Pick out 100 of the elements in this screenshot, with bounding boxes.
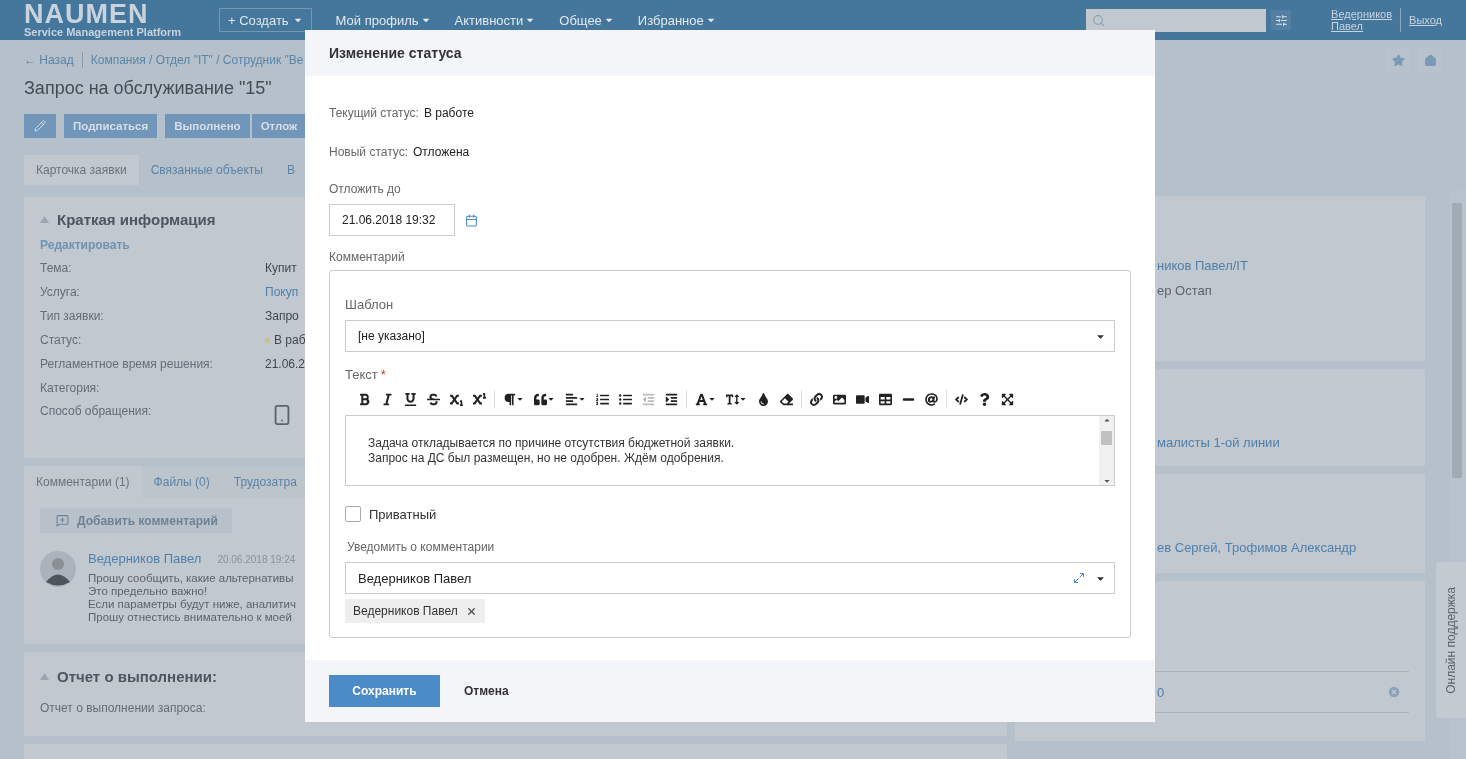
section-title: Краткая информация (57, 211, 216, 228)
field-label: Отчет о выполнении запроса: (40, 701, 206, 715)
checkbox[interactable] (345, 506, 361, 522)
field-label: Способ обращения: (40, 404, 152, 418)
quote-icon (534, 392, 547, 406)
field-link[interactable]: Покуп (265, 285, 299, 299)
field-label: Текст (345, 367, 378, 382)
tab[interactable]: Комментарии (1) (24, 466, 142, 498)
menu-item[interactable]: Общее (559, 12, 614, 28)
filter-button[interactable] (1271, 10, 1292, 30)
dialog-title: Изменение статуса (329, 45, 462, 61)
star-icon (1391, 53, 1405, 67)
scroll-thumb[interactable] (1101, 430, 1112, 445)
italic-icon (381, 392, 394, 406)
remove-icon[interactable] (465, 605, 477, 617)
status-value: Отложена (413, 145, 470, 159)
card-link[interactable]: малисты 1-ой линии (1157, 435, 1425, 450)
save-button[interactable]: Сохранить (329, 675, 440, 707)
scrollbar[interactable] (1099, 416, 1114, 485)
field-label: Уведомить о комментарии (347, 540, 496, 554)
checkbox-label: Приватный (369, 506, 437, 522)
date-field[interactable]: 21.06.2018 19:32 (329, 204, 455, 236)
field-label: Комментарий (329, 250, 406, 264)
field-value: Запро (265, 309, 299, 323)
card-link[interactable]: ников Павел/IT (1157, 258, 1425, 273)
help-icon (978, 392, 991, 406)
status-label: Новый статус: (329, 145, 408, 159)
comment-text: Прошу отнестись внимательно к моей (88, 611, 293, 624)
fullscreen-icon (1001, 392, 1014, 406)
card-text: ер Остап (1157, 283, 1213, 298)
scroll-thumb[interactable] (1452, 203, 1462, 478)
search-field[interactable] (1086, 8, 1267, 32)
underline-icon (404, 392, 417, 406)
create-button[interactable]: + Создать (219, 8, 312, 32)
status-label: Текущий статус: (329, 106, 419, 120)
user-link[interactable]: Ведерников Павел (1331, 8, 1393, 32)
breadcrumb[interactable]: Компания / Отдел "IT" / Сотрудник "Ве (90, 53, 304, 67)
comment-author[interactable]: Ведерников Павел (88, 551, 202, 566)
eraser-icon (780, 392, 793, 406)
menu-item[interactable]: Избранное (637, 12, 716, 28)
status-dot (265, 337, 270, 343)
font-icon (695, 392, 708, 406)
field-value: Купит (265, 261, 297, 275)
video-icon (856, 392, 869, 406)
caret-icon (547, 395, 555, 403)
section-title: Отчет о выполнении: (57, 668, 218, 685)
card-link[interactable]: ев Сергей, Трофимов Александр (1157, 540, 1425, 555)
sliders-icon (1274, 13, 1288, 27)
status-value: В работе (423, 106, 474, 120)
subscript-icon (450, 392, 463, 406)
support-tab[interactable]: Онлайн поддержка (1436, 562, 1466, 718)
required-mark: * (380, 367, 386, 382)
tab[interactable]: В (274, 155, 307, 185)
comment-text: Это предельно важно! (88, 585, 209, 598)
image-icon (833, 392, 846, 406)
caret-icon (1102, 477, 1111, 485)
page-title: Запрос на обслуживание "15" (24, 78, 273, 100)
comment-text: Если параметры будут ниже, аналитич (88, 598, 296, 611)
home-icon (1423, 53, 1437, 67)
logout-link[interactable]: Выход (1409, 14, 1442, 26)
field-label: Отложить до (329, 182, 402, 196)
tab[interactable]: Карточка заявки (24, 155, 139, 185)
expand-icon[interactable] (1073, 572, 1085, 584)
tab[interactable]: Связанные объекты (138, 155, 275, 185)
field-label: Тема: (40, 261, 72, 275)
outdent-icon (642, 392, 655, 406)
field-label: Шаблон (345, 297, 395, 312)
template-select[interactable]: [не указано] (345, 320, 1115, 352)
search-icon (1092, 13, 1106, 27)
action-button[interactable]: Отлож (251, 114, 307, 138)
menu-item[interactable]: Мой профиль (335, 12, 431, 28)
caret-icon (516, 395, 524, 403)
person-tag: Ведерников Павел (345, 599, 485, 623)
tab[interactable]: Файлы (0) (141, 466, 222, 498)
paragraph-icon (503, 392, 516, 406)
caret-icon (1102, 416, 1111, 424)
caret-icon (578, 395, 586, 403)
field-value: 21.06.2 (265, 357, 306, 371)
code-icon (955, 392, 968, 406)
cancel-button[interactable]: Отмена (464, 684, 509, 698)
tab[interactable]: Трудозатра (221, 466, 309, 498)
bold-icon (358, 392, 371, 406)
logo-subtitle: Service Management Platform (24, 25, 183, 39)
action-button[interactable]: Подписаться (64, 114, 158, 138)
link-icon (810, 392, 823, 406)
text-editor-field[interactable]: Задача откладывается по причине отсутствия бюджетной заявки. Запрос на ДС был размещен, но не одобрен. Ждём одобрения. (345, 415, 1115, 486)
action-button[interactable]: Выполнено (165, 114, 250, 138)
calendar-icon[interactable] (465, 213, 478, 227)
add-comment-button[interactable]: Добавить комментарий (40, 508, 232, 533)
menu-item[interactable]: Активности (454, 12, 536, 28)
align-icon (565, 392, 578, 406)
field-label: Регламентное время решения: (40, 357, 213, 371)
bullet-list-icon (619, 392, 632, 406)
logo: NAUMEN (24, 1, 149, 26)
back-link[interactable]: ← Назад (24, 53, 74, 67)
mention-icon (925, 392, 938, 406)
notify-select[interactable]: Ведерников Павел (345, 562, 1115, 594)
field-label: Тип заявки: (40, 309, 104, 323)
color-icon (757, 392, 770, 406)
avatar (40, 551, 76, 587)
